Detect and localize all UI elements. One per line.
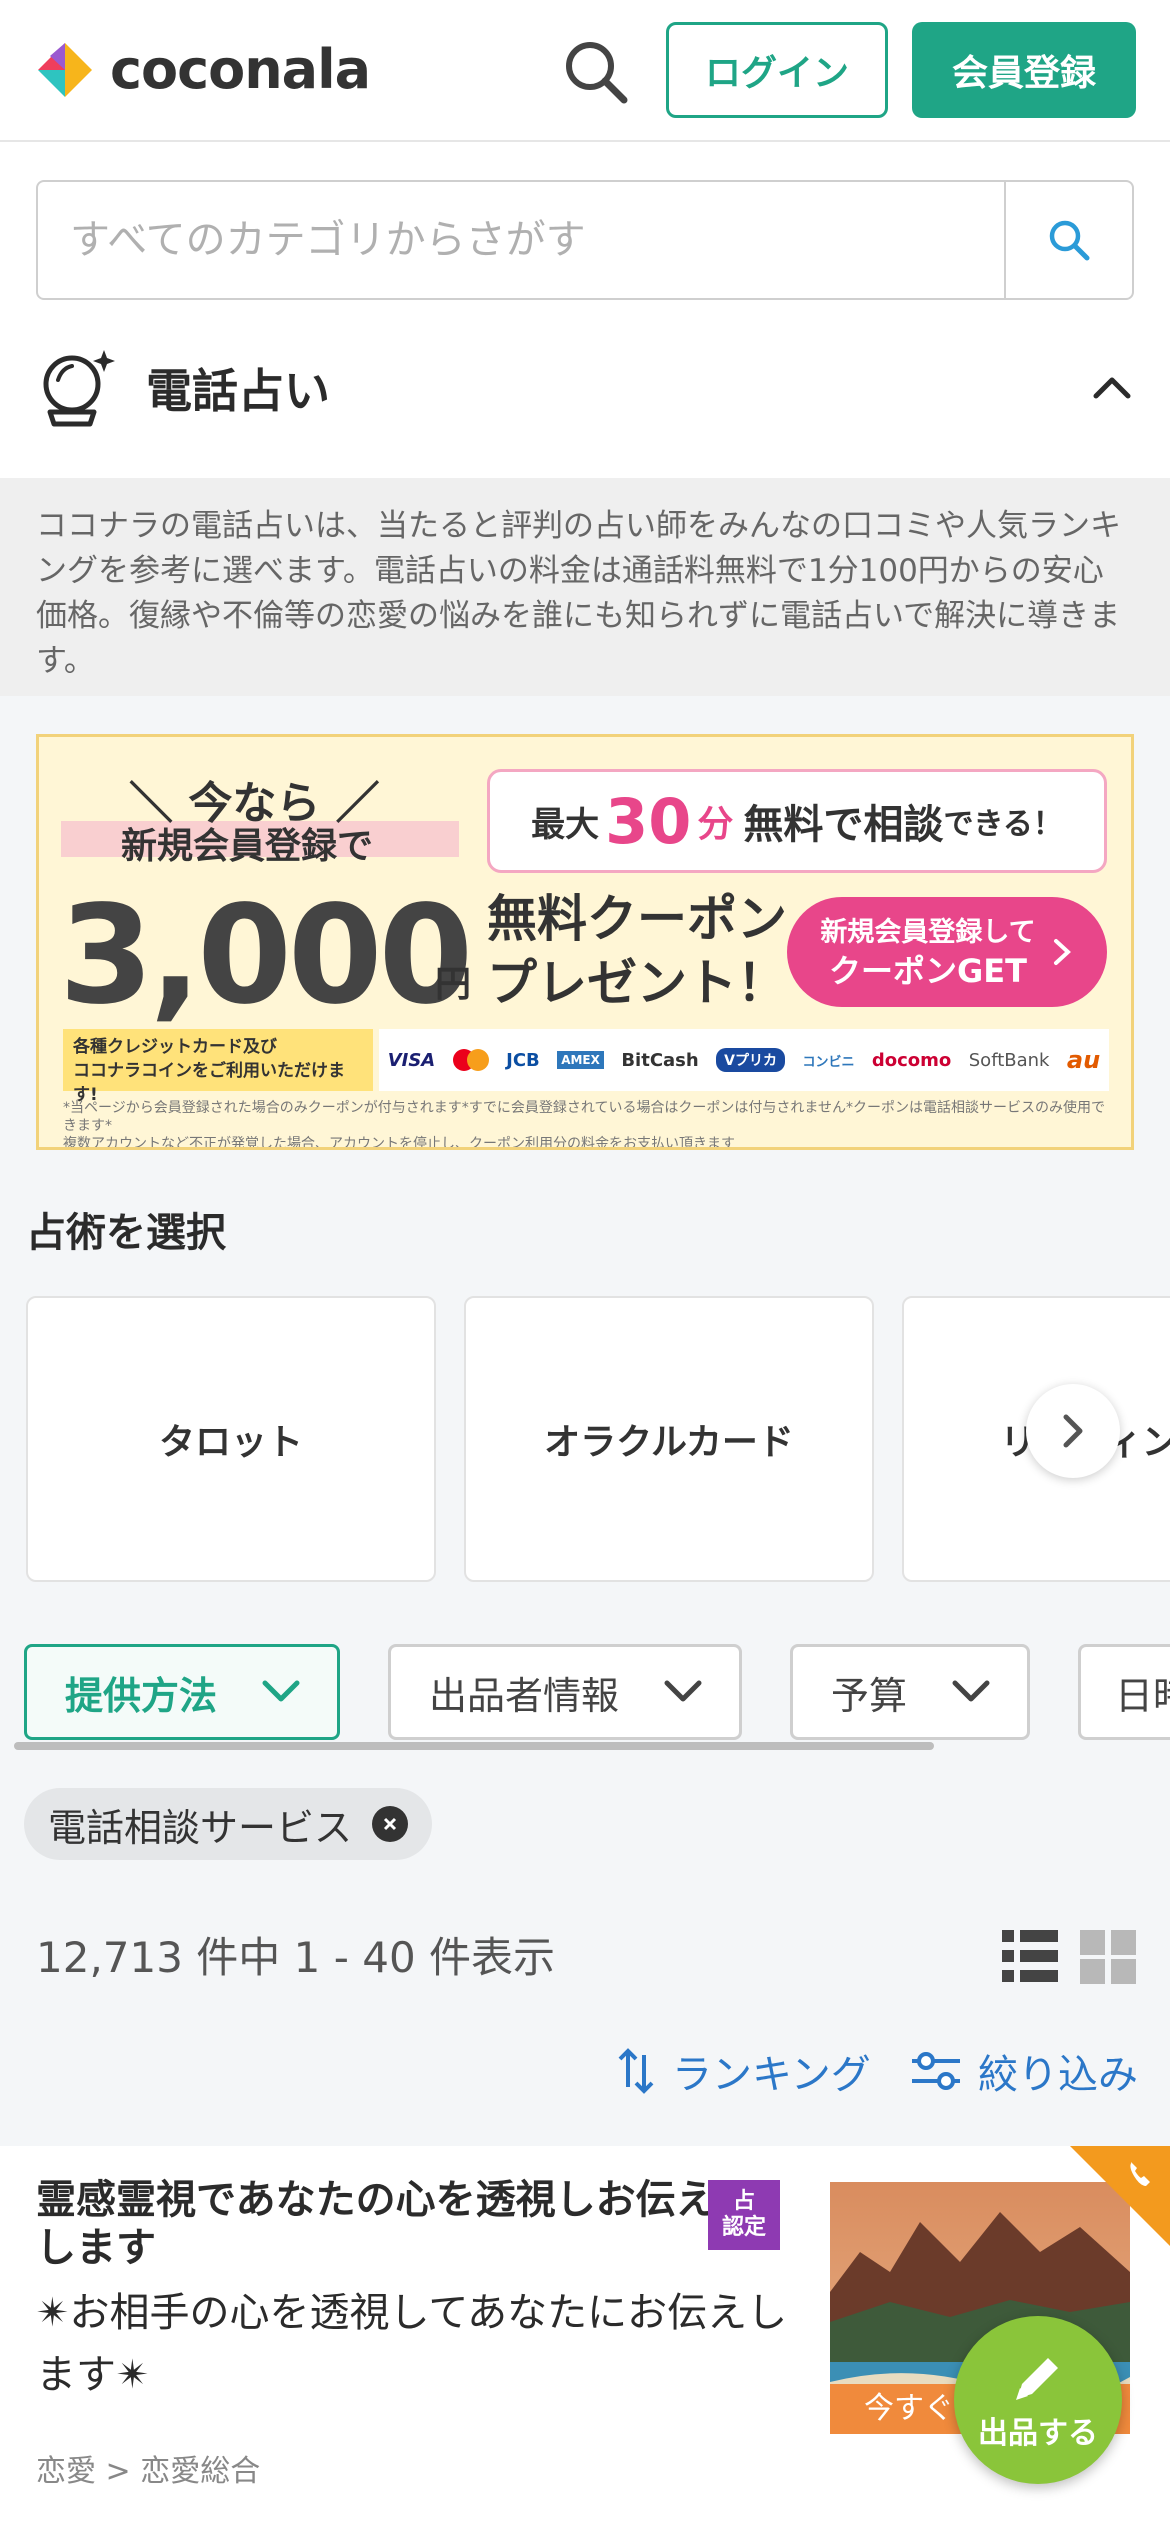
sort-label: ランキング — [672, 2052, 871, 2098]
banner-footnote-line2: 複数アカウントなど不正が発覚した場合、アカウントを停止し、クーポン利用分の料金を… — [63, 1136, 735, 1150]
chevron-right-icon — [1053, 939, 1071, 965]
filter-link[interactable]: 絞り込み — [910, 2042, 1138, 2100]
banner-thirty: 30 — [605, 784, 692, 858]
logo[interactable]: coconala — [34, 38, 371, 101]
fab-label: 出品する — [978, 2416, 1098, 2451]
filter-scrollbar[interactable] — [14, 1742, 934, 1750]
post-service-button[interactable]: 出品する — [954, 2316, 1122, 2484]
banner-free-consult: 無料で相談 — [743, 802, 944, 848]
banner-cta-line1: 新規会員登録して — [820, 917, 1036, 948]
certified-badge: 占 認定 — [708, 2180, 780, 2250]
banner-amount: 3,000 — [59, 877, 473, 1035]
search-box — [36, 180, 1134, 300]
banner-payment-note-line1: 各種クレジットカード及び — [73, 1037, 277, 1057]
banner-footnote-line1: *当ページから会員登録された場合のみクーポンが付与されます*すでに会員登録されて… — [63, 1100, 1106, 1134]
grid-view-icon[interactable] — [1080, 1928, 1136, 1984]
chevron-right-icon — [1063, 1414, 1083, 1448]
jcb-logo: JCB — [506, 1049, 540, 1071]
crystal-ball-icon — [43, 350, 115, 427]
listing-subtitle: ✴お相手の心を透視してあなたにお伝えします✴ — [36, 2290, 788, 2398]
filter-label: 出品者情報 — [429, 1673, 620, 1718]
category-header[interactable]: 電話占い — [36, 332, 1134, 444]
chevron-down-icon — [664, 1680, 702, 1702]
banner-payment-note: 各種クレジットカード及び ココナラコインをご利用いただけます! — [63, 1029, 373, 1105]
phone-corner-icon — [1070, 2146, 1170, 2246]
fortune-types-title: 占術を選択 — [26, 1210, 226, 1256]
badge-line2: 認定 — [721, 2215, 766, 2240]
banner-footnote: *当ページから会員登録された場合のみクーポンが付与されます*すでに会員登録されて… — [63, 1099, 1113, 1150]
banner-payment-methods: VISA JCB AMEX BitCash Vプリカ コンビニ docomo S… — [379, 1029, 1109, 1091]
category-title: 電話占い — [146, 364, 330, 418]
search-icon — [1049, 220, 1090, 261]
fortune-type-oracle[interactable]: オラクルカード — [464, 1296, 874, 1582]
filter-label: 提供方法 — [65, 1673, 218, 1718]
pencil-icon — [1016, 2358, 1058, 2400]
search-input[interactable] — [38, 182, 1004, 298]
convenience-store-logo: コンビニ — [802, 1054, 855, 1070]
listing-title: 霊感霊視であなたの心を透視しお伝えします — [36, 2177, 716, 2271]
chevron-up-icon[interactable] — [1090, 366, 1134, 410]
filter-label: 予算 — [831, 1673, 908, 1718]
filter-delivery-method[interactable]: 提供方法 — [24, 1644, 340, 1740]
active-filter-chip[interactable]: 電話相談サービス — [24, 1788, 433, 1860]
banner-max: 最大 — [531, 804, 600, 845]
banner-cta-line2: クーポンGET — [829, 952, 1027, 990]
chevron-down-icon — [262, 1680, 300, 1702]
register-button[interactable]: 会員登録 — [912, 22, 1136, 118]
fortune-types-carousel: タロット オラクルカード リーディング — [26, 1296, 1170, 1582]
filter-bar: 提供方法 出品者情報 予算 日時 — [24, 1644, 1170, 1740]
listing-category[interactable]: 恋愛 > 恋愛総合 — [36, 2446, 260, 2490]
filter-label: 日時 — [1115, 1673, 1170, 1718]
filter-budget[interactable]: 予算 — [790, 1644, 1030, 1740]
softbank-logo: SoftBank — [968, 1049, 1050, 1071]
mastercard-logo — [452, 1049, 489, 1071]
filter-seller-info[interactable]: 出品者情報 — [388, 1644, 742, 1740]
sort-icon — [618, 2048, 654, 2094]
docomo-logo: docomo — [871, 1049, 952, 1071]
logo-text: coconala — [110, 38, 371, 101]
carousel-next-button[interactable] — [1026, 1384, 1120, 1478]
category-description: ココナラの電話占いは、当たると評判の占い師をみんなの口コミや人気ランキングを参考… — [0, 478, 1170, 696]
banner-bubble: 最大 30 分 無料で相談 できる！ — [487, 769, 1107, 873]
amex-logo: AMEX — [557, 1051, 604, 1069]
au-logo: au — [1066, 1046, 1101, 1074]
close-icon[interactable] — [372, 1806, 409, 1842]
header: coconala ログイン 会員登録 — [0, 0, 1170, 142]
banner-yen: 円 — [435, 964, 472, 1005]
login-button[interactable]: ログイン — [666, 22, 888, 118]
filter-datetime[interactable]: 日時 — [1078, 1644, 1170, 1740]
search-section: 電話占い — [0, 142, 1170, 478]
result-count: 12,713 件中 1 - 40 件表示 — [36, 1933, 556, 1982]
search-icon[interactable] — [560, 36, 632, 108]
banner-coupon-line2: プレゼント！ — [487, 954, 787, 1012]
banner-coupon-line1: 無料クーポン — [487, 890, 787, 948]
banner-can: できる！ — [943, 807, 1063, 842]
badge-line1: 占 — [732, 2189, 755, 2214]
banner-cta-button[interactable]: 新規会員登録して クーポンGET — [787, 897, 1107, 1007]
vpreca-logo: Vプリカ — [716, 1048, 785, 1072]
search-button[interactable] — [1004, 182, 1132, 298]
chevron-down-icon — [952, 1680, 990, 1702]
coconala-logo-icon — [38, 42, 92, 97]
sliders-icon — [912, 2052, 960, 2090]
coupon-banner[interactable]: ＼ 今なら ／ 新規会員登録で 3,000 円 最大 30 分 無料で相談 でき… — [36, 734, 1134, 1150]
sort-ranking-link[interactable]: ランキング — [616, 2042, 871, 2100]
chip-label: 電話相談サービス — [48, 1805, 353, 1850]
filter-link-label: 絞り込み — [978, 2052, 1138, 2098]
visa-logo: VISA — [387, 1049, 436, 1071]
banner-minutes: 分 — [697, 804, 734, 845]
fortune-type-tarot[interactable]: タロット — [26, 1296, 436, 1582]
bitcash-logo: BitCash — [621, 1049, 699, 1071]
list-view-icon[interactable] — [1002, 1928, 1058, 1984]
banner-new-member-text: 新規会員登録で — [121, 826, 374, 867]
banner-coupon-text: 無料クーポン プレゼント！ — [487, 887, 787, 1015]
